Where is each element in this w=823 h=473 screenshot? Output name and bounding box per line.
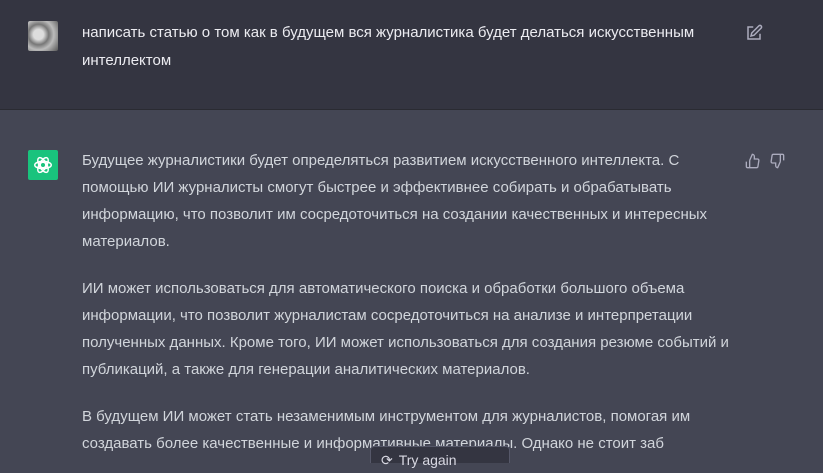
user-message-text: написать статью о том как в будущем вся …	[82, 24, 695, 69]
regenerate-label: Try again	[398, 452, 457, 468]
thumbs-up-icon[interactable]	[745, 153, 761, 174]
edit-icon[interactable]	[745, 24, 763, 42]
regenerate-button[interactable]: ⟳ Try again	[370, 446, 510, 468]
paragraph: Будущее журналистики будет определяться …	[82, 152, 708, 250]
user-message: написать статью о том как в будущем вся …	[0, 0, 823, 110]
user-avatar	[28, 21, 58, 51]
paragraph: ИИ может использоваться для автоматическ…	[82, 280, 729, 378]
assistant-message-text: Будущее журналистики будет определяться …	[82, 147, 730, 457]
refresh-icon: ⟳	[381, 452, 393, 468]
assistant-logo-icon	[28, 150, 58, 180]
thumbs-down-icon[interactable]	[769, 153, 785, 174]
